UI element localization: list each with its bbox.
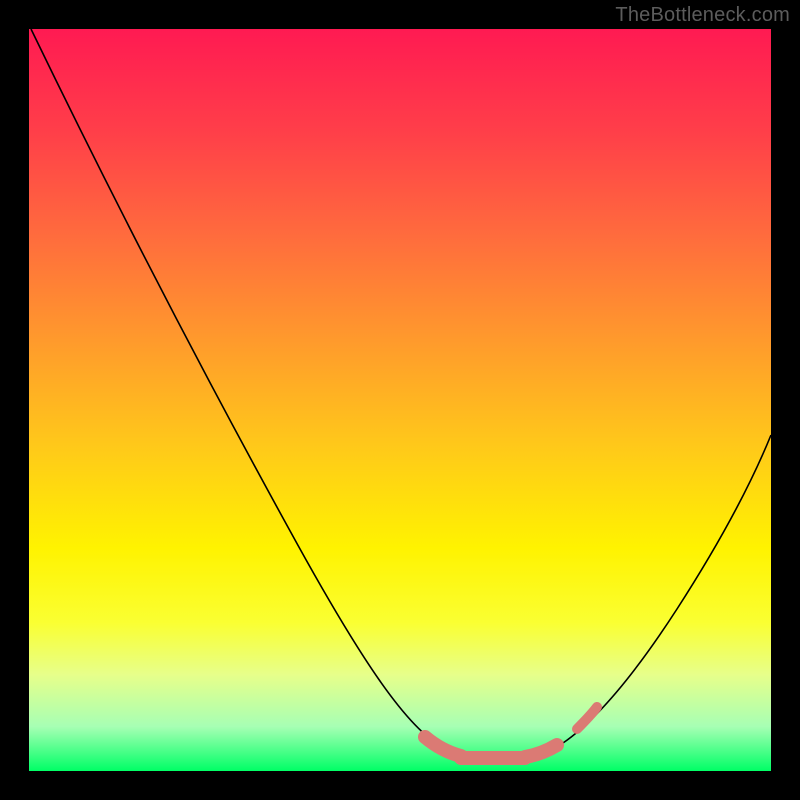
accent-left [425,737,461,756]
watermark-text: TheBottleneck.com [615,4,790,27]
accent-right-detached [577,707,597,729]
plot-area [29,29,771,771]
bottleneck-curve [31,29,771,759]
accent-right-thick [525,745,557,757]
chart-stage: TheBottleneck.com [0,0,800,800]
curve-layer [29,29,771,771]
